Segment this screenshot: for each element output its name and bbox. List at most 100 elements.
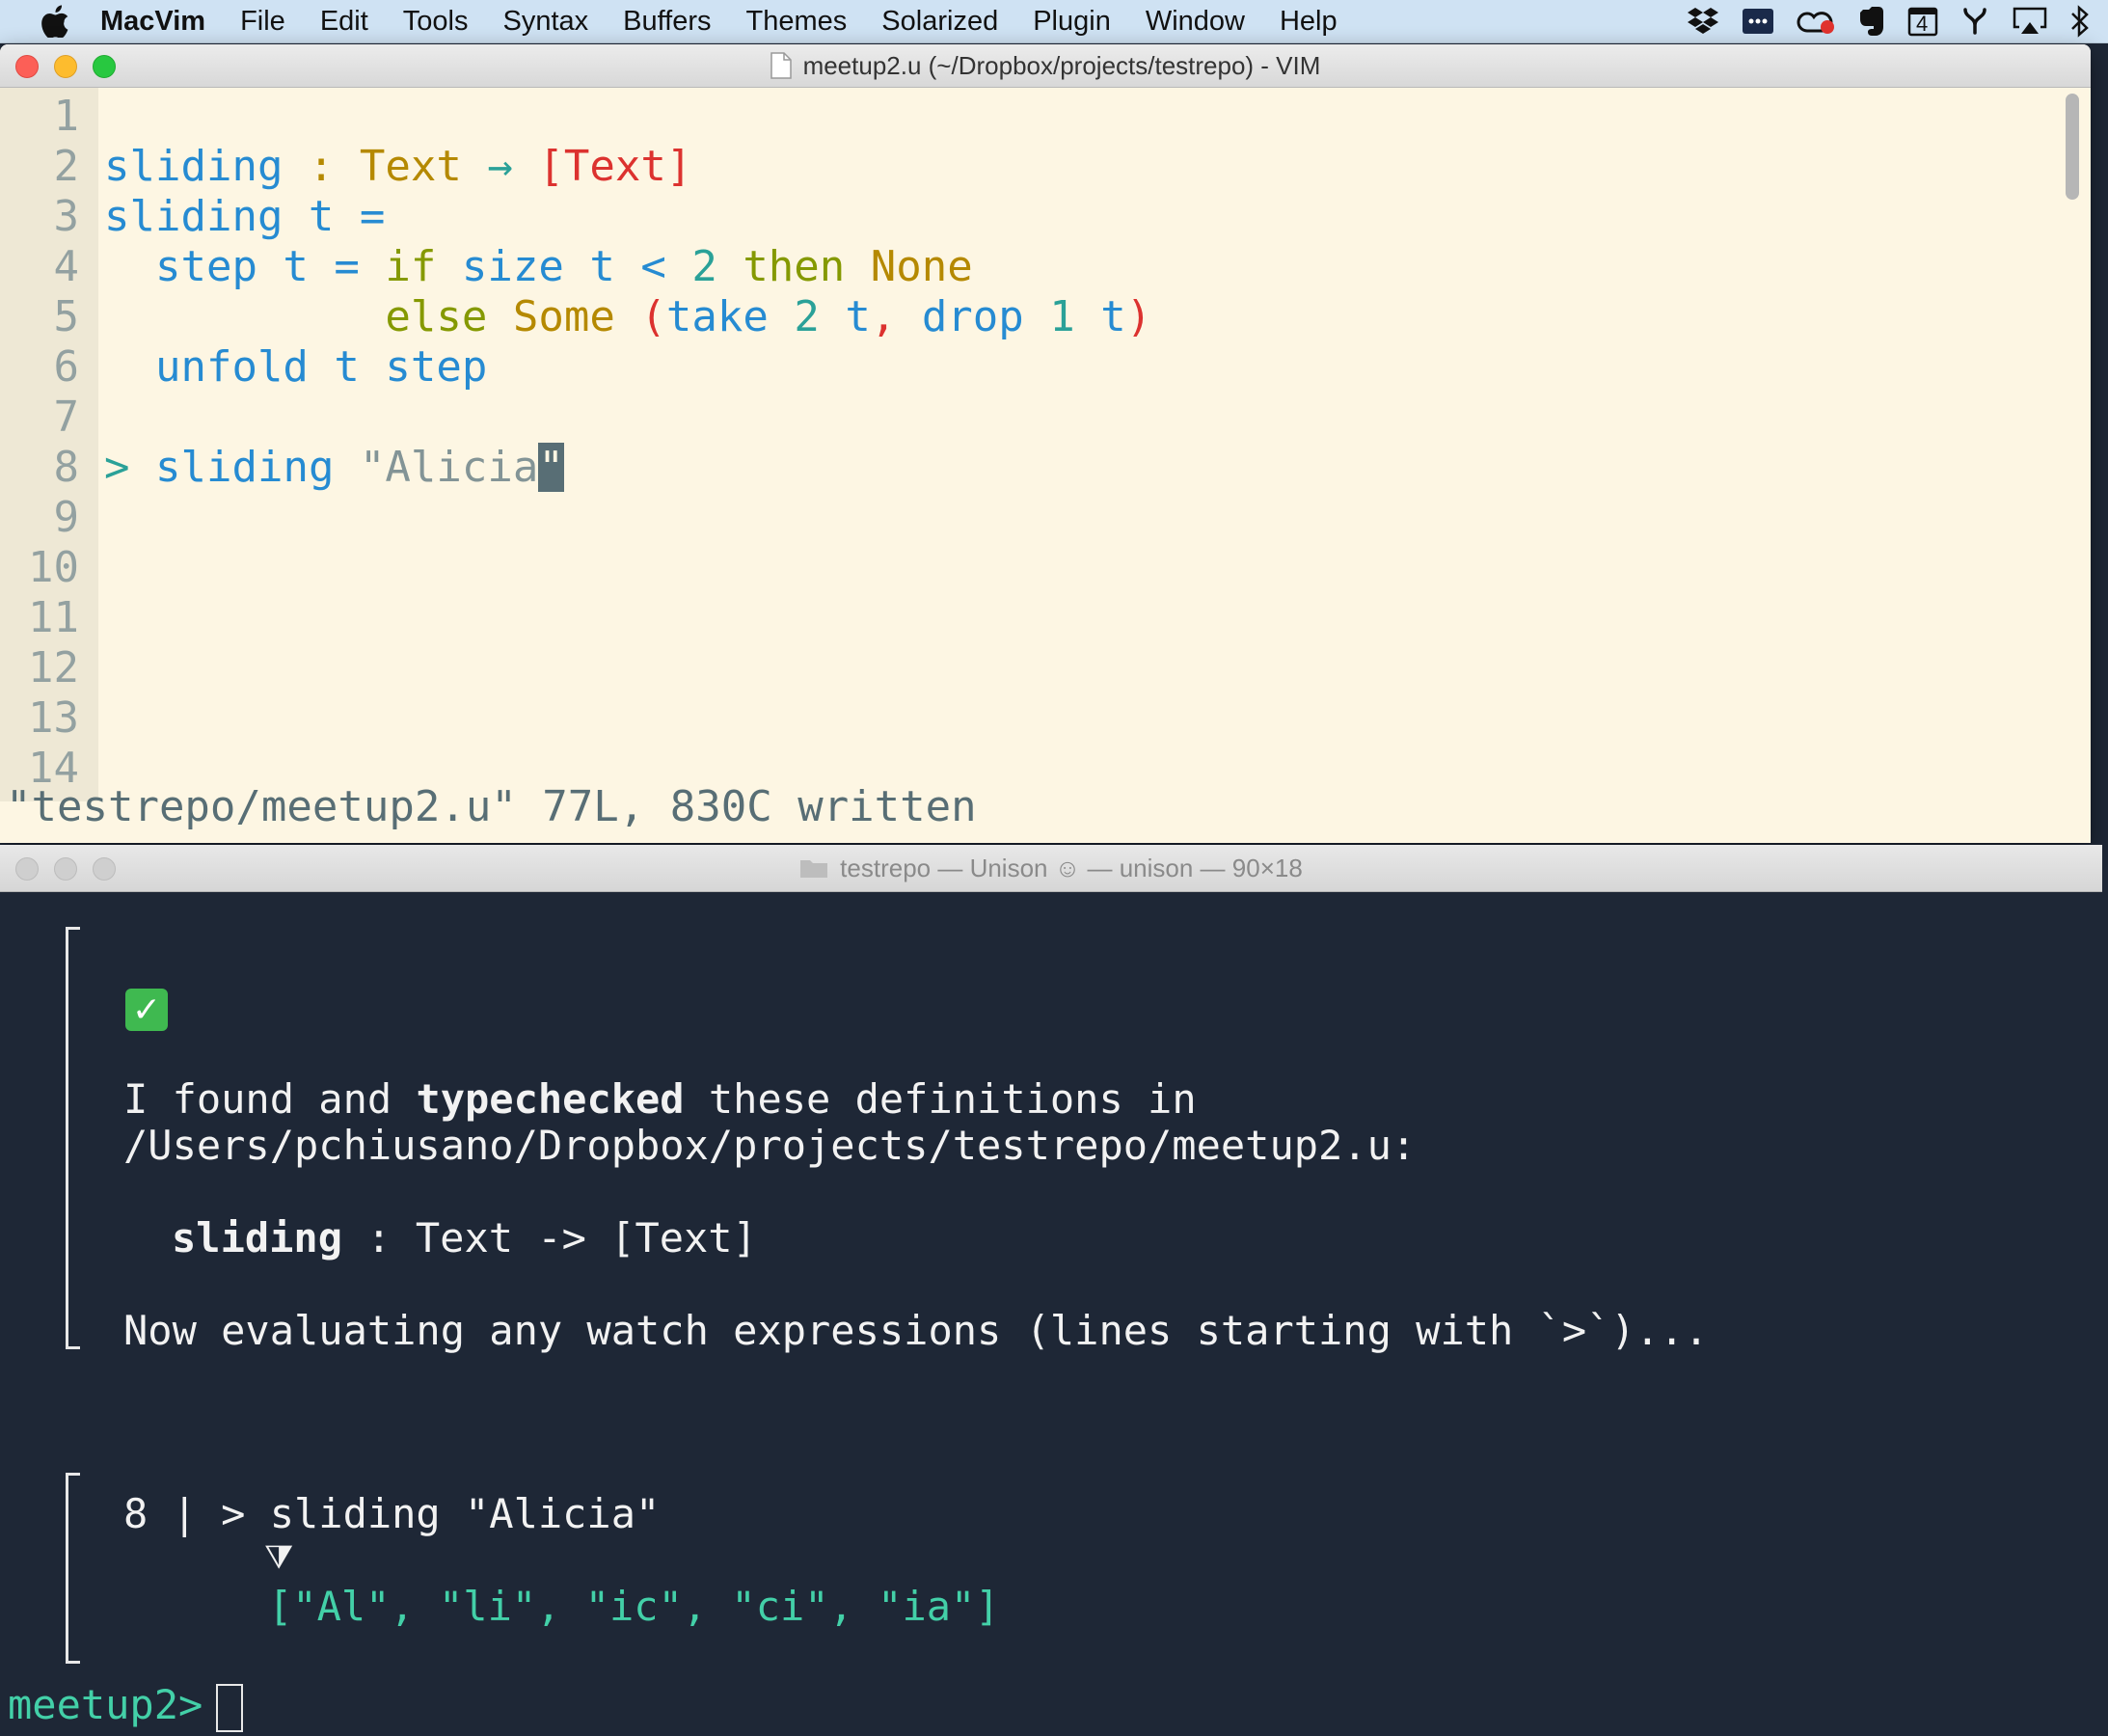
close-button[interactable] xyxy=(15,857,39,881)
code-token: sliding xyxy=(104,142,284,191)
apple-logo-icon[interactable] xyxy=(41,5,73,38)
zoom-button[interactable] xyxy=(93,857,116,881)
code-token: size t xyxy=(436,242,641,291)
output-bracket xyxy=(66,927,80,1349)
line-number: 6 xyxy=(53,342,80,392)
menu-help[interactable]: Help xyxy=(1280,6,1338,38)
minimize-button[interactable] xyxy=(54,55,77,78)
close-button[interactable] xyxy=(15,55,39,78)
menu-tools[interactable]: Tools xyxy=(403,6,469,38)
prompt-line[interactable]: meetup2> xyxy=(8,1681,244,1732)
menu-themes[interactable]: Themes xyxy=(746,6,848,38)
code-line-8: > sliding "Alicia" xyxy=(104,443,564,492)
code-token: : xyxy=(283,142,360,191)
calendar-icon[interactable]: 4 xyxy=(1907,6,1938,37)
terminal-window-controls xyxy=(15,857,116,881)
terminal-output[interactable]: ✓ I found and typechecked these definiti… xyxy=(0,892,2102,1736)
code-line-5: else Some (take 2 t, drop 1 t) xyxy=(104,292,1151,341)
file-path: /Users/pchiusano/Dropbox/projects/testre… xyxy=(123,1122,1417,1169)
vim-window-title: meetup2.u (~/Dropbox/projects/testrepo) … xyxy=(802,50,1321,80)
checkmark-glyph: ✓ xyxy=(131,990,162,1030)
evernote-icon[interactable] xyxy=(1857,5,1886,38)
evaluating-message: Now evaluating any watch expressions (li… xyxy=(123,1307,1709,1354)
output-bracket xyxy=(66,1473,80,1664)
code-token: else xyxy=(385,292,488,341)
dots-icon[interactable] xyxy=(1742,6,1774,37)
dropbox-icon[interactable] xyxy=(1686,6,1720,37)
code-token: None xyxy=(870,242,973,291)
menu-syntax[interactable]: Syntax xyxy=(503,6,589,38)
vim-editor[interactable]: 1 2 3 4 5 6 7 8 9 10 11 12 13 14 sliding… xyxy=(0,88,2091,843)
definition-signature: : Text -> [Text] xyxy=(342,1214,757,1261)
code-token: > xyxy=(104,443,130,492)
vim-scrollbar[interactable] xyxy=(2062,88,2083,801)
code-token: Some xyxy=(512,292,615,341)
found-message: I found and typechecked these definition… xyxy=(123,1075,1197,1123)
folder-icon xyxy=(799,857,828,879)
line-number: 7 xyxy=(53,393,80,442)
vim-titlebar[interactable]: meetup2.u (~/Dropbox/projects/testrepo) … xyxy=(0,44,2091,88)
code-token: t xyxy=(845,292,871,341)
typechecked-text: typechecked xyxy=(416,1075,685,1123)
vim-window: meetup2.u (~/Dropbox/projects/testrepo) … xyxy=(0,44,2091,843)
text-cursor: " xyxy=(538,443,564,492)
watch-result: ["Al", "li", "ic", "ci", "ia"] xyxy=(268,1583,1000,1630)
line-number: 13 xyxy=(28,693,79,743)
menu-edit[interactable]: Edit xyxy=(320,6,368,38)
calendar-badge: 4 xyxy=(1916,12,1929,36)
line-number: 5 xyxy=(53,292,80,341)
menu-file[interactable]: File xyxy=(240,6,285,38)
fork-icon[interactable] xyxy=(1959,6,1990,37)
line-number: 4 xyxy=(53,242,80,291)
checkmark-icon: ✓ xyxy=(125,989,168,1031)
code-line-6: unfold t step xyxy=(104,342,487,392)
line-number: 8 xyxy=(53,443,80,492)
code-token: step t = xyxy=(104,242,386,291)
vim-command-line: "testrepo/meetup2.u" 77L, 830C written xyxy=(6,782,977,831)
code-token: < xyxy=(640,242,666,291)
found-text: I found and xyxy=(123,1075,417,1123)
code-line-2: sliding : Text → [Text] xyxy=(104,142,691,191)
creative-cloud-icon[interactable] xyxy=(1796,6,1836,37)
code-token: [Text] xyxy=(538,142,692,191)
line-number: 12 xyxy=(28,643,79,692)
menu-buffers[interactable]: Buffers xyxy=(623,6,711,38)
code-token: Text xyxy=(359,142,462,191)
code-line-3: sliding t = xyxy=(104,192,385,241)
terminal-titlebar[interactable]: testrepo — Unison ☺ — unison — 90×18 xyxy=(0,845,2102,892)
definition-line: sliding : Text -> [Text] xyxy=(172,1214,757,1261)
menu-plugin[interactable]: Plugin xyxy=(1033,6,1111,38)
code-token: 1 xyxy=(1049,292,1075,341)
airplay-icon[interactable] xyxy=(2012,6,2048,37)
code-token: drop xyxy=(921,292,1024,341)
line-number: 3 xyxy=(53,192,80,241)
prompt-label: meetup2> xyxy=(8,1681,203,1728)
minimize-button[interactable] xyxy=(54,857,77,881)
menu-solarized[interactable]: Solarized xyxy=(881,6,998,38)
terminal-window: testrepo — Unison ☺ — unison — 90×18 ✓ I… xyxy=(0,845,2102,1736)
code-token: ( xyxy=(640,292,666,341)
code-token: → xyxy=(461,142,539,191)
bluetooth-icon[interactable] xyxy=(2069,5,2091,38)
scrollbar-thumb[interactable] xyxy=(2066,94,2079,200)
code-token: 2 xyxy=(794,292,820,341)
code-token: unfold t step xyxy=(104,342,488,392)
menu-window[interactable]: Window xyxy=(1146,6,1245,38)
line-number: 1 xyxy=(53,92,80,141)
zoom-button[interactable] xyxy=(93,55,116,78)
document-icon xyxy=(770,52,792,79)
menu-bar: MacVim File Edit Tools Syntax Buffers Th… xyxy=(0,0,2108,43)
terminal-window-title: testrepo — Unison ☺ — unison — 90×18 xyxy=(840,853,1303,882)
definition-name: sliding xyxy=(172,1214,343,1261)
menu-app-macvim[interactable]: MacVim xyxy=(100,6,205,38)
terminal-cursor xyxy=(216,1683,244,1732)
line-number: 2 xyxy=(53,142,80,191)
